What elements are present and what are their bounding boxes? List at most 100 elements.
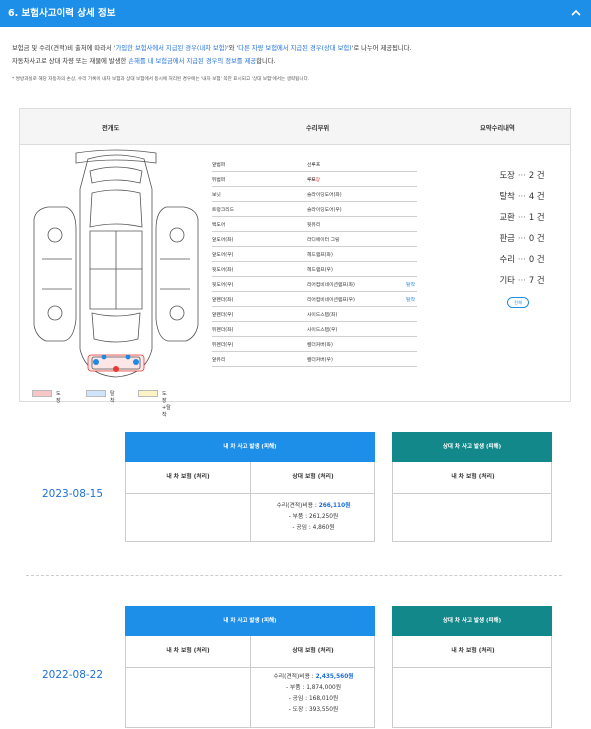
part-name: 뒷도어(우) bbox=[212, 283, 234, 288]
intro-line-2: 자동차사고로 상대 차량 또는 재물에 발생한 손해를 내 보험금에서 지급된 … bbox=[12, 58, 276, 65]
summary-count: 4 건 bbox=[528, 191, 545, 201]
part-name: 리어컴비네이션램프(좌) bbox=[307, 283, 355, 288]
col-my-insurance: 내 차 보험 (처리) bbox=[126, 636, 251, 668]
part-name: 뒤범퍼 bbox=[212, 178, 226, 183]
summary-row: 탈착 ··· 4 건 bbox=[486, 190, 558, 211]
part-name: 사이드스텝(우) bbox=[307, 328, 338, 333]
section-title: 6. 보험사고이력 상세 정보 bbox=[8, 8, 116, 19]
chevron-up-icon[interactable] bbox=[569, 6, 583, 20]
part-name: 앞도어(우) bbox=[212, 253, 234, 258]
part-name: 뒤펜더(우) bbox=[212, 343, 234, 348]
summary-row: 교환 ··· 1 건 bbox=[486, 211, 558, 232]
summary-count: 0 건 bbox=[528, 233, 545, 243]
summary-separator: ··· bbox=[517, 170, 526, 180]
summary-separator: ··· bbox=[517, 191, 526, 201]
part-name: 뒷유리 bbox=[307, 223, 321, 228]
summary-count: 0 건 bbox=[528, 254, 545, 264]
part-name: 앞범퍼 bbox=[212, 163, 226, 168]
repair-cost-amount: 266,110원 bbox=[318, 503, 351, 509]
part-row: 앞도어(우) bbox=[212, 247, 322, 262]
col-diagram: 전개도 bbox=[102, 125, 120, 132]
intro-text: 보험금 및 수리(견적)비 출처에 따라서 '가입한 보험사에서 지급된 경우(… bbox=[12, 42, 412, 68]
cost-line: - 부품 : 1,874,000원 bbox=[285, 685, 342, 691]
summary-row: 도장 ··· 2 건 bbox=[486, 169, 558, 190]
part-row: 앞펜더(우) bbox=[212, 307, 322, 322]
summary-separator: ··· bbox=[517, 233, 526, 243]
detail-button[interactable]: 전체 bbox=[507, 297, 529, 308]
divider bbox=[26, 575, 562, 576]
part-row: 앞범퍼 bbox=[212, 157, 322, 172]
part-row: 슬라이딩도어(좌) bbox=[307, 187, 417, 202]
my-car-table: 내 차 사고 발생 (피해) 내 차 보험 (처리) 상대 보험 (처리) 수리… bbox=[125, 432, 375, 542]
part-row: 보닛 bbox=[212, 187, 322, 202]
part-name: 뒷도어(좌) bbox=[212, 268, 234, 273]
part-row: 휀더커버(좌) bbox=[307, 337, 417, 352]
part-row: 슬라이딩도어(우) bbox=[307, 202, 417, 217]
col-my-insurance: 내 차 보험 (처리) bbox=[126, 462, 251, 494]
part-row: 리어컴비네이션램프(좌) 탈착 bbox=[307, 277, 417, 292]
part-name: 앞유리 bbox=[212, 358, 226, 363]
part-row: 뒷도어(우) bbox=[212, 277, 322, 292]
repair-cost: 수리(견적)비용 : 266,110원 - 부품 : 261,250원 - 공임… bbox=[251, 501, 376, 534]
repair-cost-amount: 2,435,560원 bbox=[315, 674, 354, 680]
section-header[interactable]: 6. 보험사고이력 상세 정보 bbox=[0, 0, 591, 27]
part-name: 라디에이터 그릴 bbox=[307, 238, 340, 243]
my-car-table: 내 차 사고 발생 (피해) 내 차 보험 (처리) 상대 보험 (처리) 수리… bbox=[125, 606, 375, 728]
legend-label: 도장+탈착 bbox=[162, 391, 171, 418]
repair-cost: 수리(견적)비용 : 2,435,560원 - 부품 : 1,874,000원 … bbox=[251, 672, 376, 716]
part-row: 뒷도어(좌) bbox=[212, 262, 322, 277]
car-diagram bbox=[33, 149, 199, 378]
col-my-insurance: 내 차 보험 (처리) bbox=[451, 648, 495, 654]
legend-label: 탈착 bbox=[110, 391, 115, 404]
other-car-table: 상대 차 사고 발생 (피해) 내 차 보험 (처리) bbox=[392, 432, 552, 542]
part-row: 휀더커버(우) bbox=[307, 352, 417, 367]
part-row: 앞도어(좌) bbox=[212, 232, 322, 247]
legend-swatch-paint bbox=[32, 390, 52, 397]
part-name: 루프 bbox=[307, 178, 316, 183]
other-car-header: 상대 차 사고 발생 (피해) bbox=[392, 606, 552, 636]
summary-label: 판금 bbox=[499, 233, 515, 243]
cost-line: - 부품 : 261,250원 bbox=[288, 514, 339, 520]
summary-label: 기타 bbox=[499, 275, 515, 285]
summary-separator: ··· bbox=[517, 212, 526, 222]
parts-list-left: 앞범퍼 뒤범퍼 도장 보닛 트렁크리드 백도어 앞도어(좌) 앞도어(우) 뒷도어(좌) 뒷도어(… bbox=[212, 157, 322, 367]
part-row: 헤드램프(좌) bbox=[307, 247, 417, 262]
summary-label: 교환 bbox=[499, 212, 515, 222]
part-name: 백도어 bbox=[212, 223, 226, 228]
part-name: 앞펜더(우) bbox=[212, 313, 234, 318]
cost-line: - 공임 : 168,010원 bbox=[288, 696, 339, 702]
col-other-insurance: 상대 보험 (처리) bbox=[292, 474, 334, 480]
col-parts: 수리부위 bbox=[306, 125, 330, 132]
part-tag: 탈착 bbox=[406, 298, 415, 303]
accident-record: 2023-08-15 내 차 사고 발생 (피해) 내 차 보험 (처리) 상대… bbox=[0, 432, 591, 552]
cost-line: - 공임 : 4,860원 bbox=[292, 525, 335, 531]
part-row: 헤드램프(우) bbox=[307, 262, 417, 277]
accident-date: 2022-08-22 bbox=[42, 669, 104, 681]
my-car-header: 내 차 사고 발생 (피해) bbox=[125, 606, 375, 636]
summary-count: 7 건 bbox=[528, 275, 545, 285]
part-name: 보닛 bbox=[212, 193, 221, 198]
col-summary: 요약수리내역 bbox=[480, 125, 515, 132]
intro-line-1: 보험금 및 수리(견적)비 출처에 따라서 '가입한 보험사에서 지급된 경우(… bbox=[12, 45, 412, 52]
part-row: 뒤펜더(좌) bbox=[212, 322, 322, 337]
other-car-table: 상대 차 사고 발생 (피해) 내 차 보험 (처리) bbox=[392, 606, 552, 728]
summary-row: 수리 ··· 0 건 bbox=[486, 253, 558, 274]
part-name: 헤드램프(좌) bbox=[307, 253, 333, 258]
legend-label: 도장 bbox=[56, 391, 61, 404]
intro-note: * 쌍방과실로 해당 자동차의 손상, 수리 기록이 내차 보험과 상대 보험에… bbox=[12, 77, 310, 82]
part-name: 슬라이딩도어(우) bbox=[307, 208, 342, 213]
part-name: 휀더커버(우) bbox=[307, 358, 333, 363]
part-name: 트렁크리드 bbox=[212, 208, 235, 213]
summary-count: 2 건 bbox=[528, 170, 545, 180]
summary-count: 1 건 bbox=[528, 212, 545, 222]
part-row: 백도어 bbox=[212, 217, 322, 232]
summary-label: 수리 bbox=[499, 254, 515, 264]
part-name: 앞도어(좌) bbox=[212, 238, 234, 243]
part-name: 헤드램프(우) bbox=[307, 268, 333, 273]
my-car-header: 내 차 사고 발생 (피해) bbox=[125, 432, 375, 462]
part-row: 리어컴비네이션램프(우) 탈착 bbox=[307, 292, 417, 307]
part-name: 슬라이딩도어(좌) bbox=[307, 193, 342, 198]
col-other-insurance: 상대 보험 (처리) bbox=[292, 648, 334, 654]
damage-panel-header: 전개도 수리부위 요약수리내역 bbox=[20, 109, 570, 145]
col-my-insurance: 내 차 보험 (처리) bbox=[451, 474, 495, 480]
